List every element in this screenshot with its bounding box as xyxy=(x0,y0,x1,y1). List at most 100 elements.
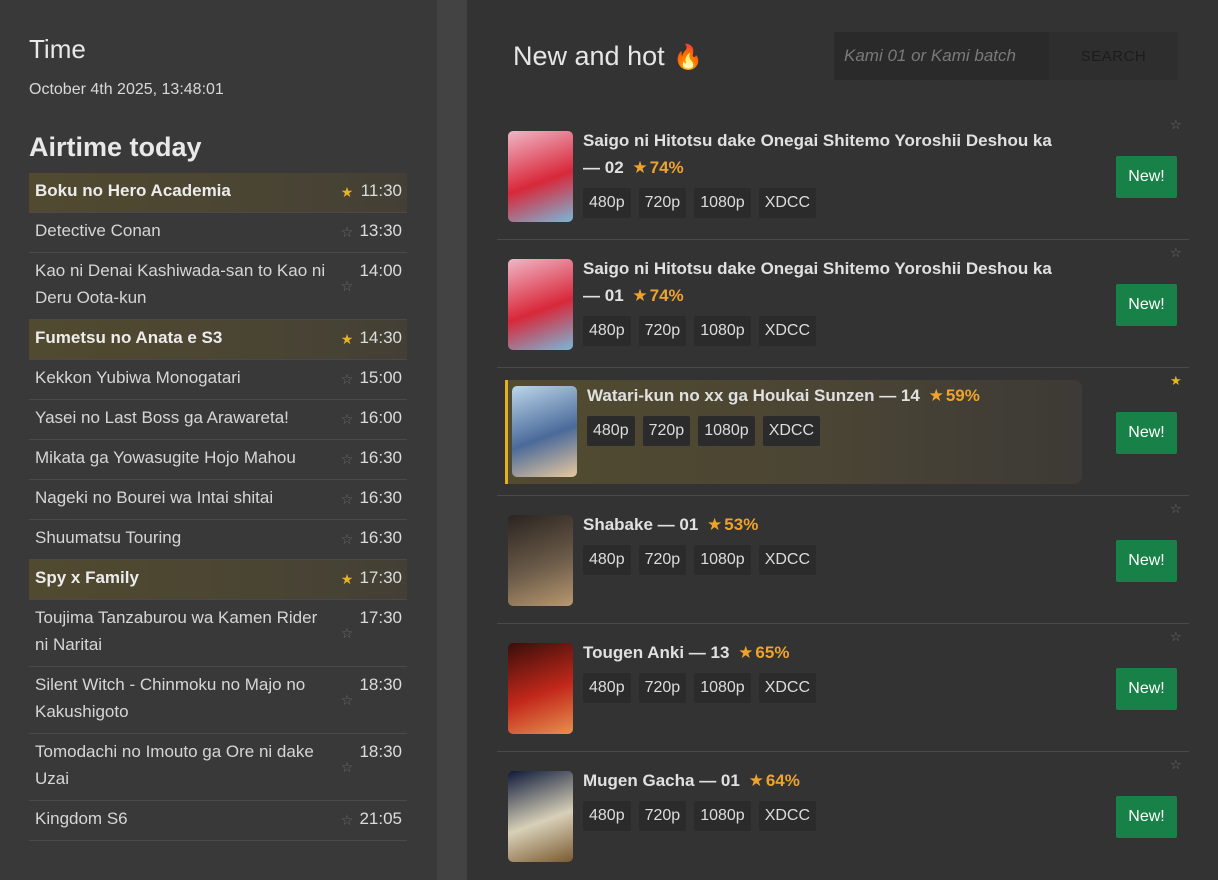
airtime-row[interactable]: Boku no Hero Academia ★ 11:30 xyxy=(29,173,407,213)
star-outline-icon[interactable]: ☆ xyxy=(1170,117,1182,133)
star-outline-icon[interactable]: ☆ xyxy=(1170,629,1182,645)
star-outline-icon[interactable]: ☆ xyxy=(1170,757,1182,773)
star-outline-icon[interactable]: ☆ xyxy=(338,371,356,388)
quality-link-480p[interactable]: 480p xyxy=(583,316,631,346)
release-title[interactable]: Shabake — 01 ★ 53% xyxy=(583,511,1073,538)
new-badge[interactable]: New! xyxy=(1116,412,1177,454)
airtime-row[interactable]: Nageki no Bourei wa Intai shitai ☆ 16:30 xyxy=(29,480,407,520)
quality-link-720p[interactable]: 720p xyxy=(638,545,687,575)
quality-links: 480p 720p 1080p XDCC xyxy=(583,188,1073,218)
star-outline-icon[interactable]: ☆ xyxy=(338,692,356,709)
star-outline-icon[interactable]: ☆ xyxy=(338,451,356,468)
episode-number: 02 xyxy=(604,158,624,177)
release-title[interactable]: Mugen Gacha — 01 ★ 64% xyxy=(583,767,1073,794)
quality-link-480p[interactable]: 480p xyxy=(583,673,631,703)
star-icon: ★ xyxy=(748,771,764,790)
quality-link-1080p[interactable]: 1080p xyxy=(694,545,751,575)
rating-value: 74% xyxy=(649,286,684,305)
quality-link-1080p[interactable]: 1080p xyxy=(694,188,751,218)
star-filled-icon[interactable]: ★ xyxy=(338,184,356,201)
star-outline-icon[interactable]: ☆ xyxy=(338,278,356,295)
new-badge[interactable]: New! xyxy=(1116,156,1177,198)
star-outline-icon[interactable]: ☆ xyxy=(338,491,356,508)
quality-link-xdcc[interactable]: XDCC xyxy=(758,673,817,703)
star-outline-icon[interactable]: ☆ xyxy=(338,411,356,428)
airtime-title: Nageki no Bourei wa Intai shitai xyxy=(35,488,274,507)
quality-link-720p[interactable]: 720p xyxy=(638,673,687,703)
star-outline-icon[interactable]: ☆ xyxy=(338,625,356,642)
rating: ★ 53% xyxy=(703,515,758,534)
airtime-time: 17:30 xyxy=(359,608,402,627)
quality-link-480p[interactable]: 480p xyxy=(587,416,635,446)
new-badge[interactable]: New! xyxy=(1116,540,1177,582)
quality-link-xdcc[interactable]: XDCC xyxy=(758,316,817,346)
star-outline-icon[interactable]: ☆ xyxy=(338,759,356,776)
airtime-row[interactable]: Detective Conan ☆ 13:30 xyxy=(29,213,407,253)
episode-separator: — xyxy=(684,643,711,662)
airtime-row[interactable]: Kao ni Denai Kashiwada-san to Kao ni Der… xyxy=(29,253,407,320)
star-outline-icon[interactable]: ☆ xyxy=(1170,245,1182,261)
release-title[interactable]: Tougen Anki — 13 ★ 65% xyxy=(583,639,1073,666)
star-outline-icon[interactable]: ☆ xyxy=(1170,501,1182,517)
quality-link-720p[interactable]: 720p xyxy=(642,416,691,446)
star-outline-icon[interactable]: ☆ xyxy=(338,224,356,241)
search-button[interactable]: SEARCH xyxy=(1049,32,1178,80)
airtime-row[interactable]: Silent Witch - Chinmoku no Majo no Kakus… xyxy=(29,667,407,734)
quality-link-720p[interactable]: 720p xyxy=(638,801,687,831)
new-badge[interactable]: New! xyxy=(1116,284,1177,326)
search-input[interactable] xyxy=(834,32,1049,80)
cover-thumbnail[interactable] xyxy=(508,515,573,606)
airtime-row[interactable]: Fumetsu no Anata e S3 ★ 14:30 xyxy=(29,320,407,360)
quality-link-480p[interactable]: 480p xyxy=(583,545,631,575)
airtime-time: 13:30 xyxy=(359,221,402,240)
quality-link-1080p[interactable]: 1080p xyxy=(694,316,751,346)
new-badge[interactable]: New! xyxy=(1116,668,1177,710)
airtime-row[interactable]: Toujima Tanzaburou wa Kamen Rider ni Nar… xyxy=(29,600,407,667)
airtime-row[interactable]: Spy x Family ★ 17:30 xyxy=(29,560,407,600)
quality-links: 480p 720p 1080p XDCC xyxy=(587,416,1077,446)
new-badge[interactable]: New! xyxy=(1116,796,1177,838)
quality-link-xdcc[interactable]: XDCC xyxy=(758,188,817,218)
release-name: Saigo ni Hitotsu dake Onegai Shitemo Yor… xyxy=(583,131,1052,150)
quality-link-xdcc[interactable]: XDCC xyxy=(758,545,817,575)
quality-link-480p[interactable]: 480p xyxy=(583,801,631,831)
quality-link-480p[interactable]: 480p xyxy=(583,188,631,218)
star-filled-icon[interactable]: ★ xyxy=(338,571,356,588)
cover-thumbnail[interactable] xyxy=(508,259,573,350)
quality-link-1080p[interactable]: 1080p xyxy=(694,801,751,831)
airtime-row[interactable]: Mikata ga Yowasugite Hojo Mahou ☆ 16:30 xyxy=(29,440,407,480)
cover-thumbnail[interactable] xyxy=(508,643,573,734)
cover-thumbnail[interactable] xyxy=(508,131,573,222)
quality-link-xdcc[interactable]: XDCC xyxy=(758,801,817,831)
airtime-row[interactable]: Yasei no Last Boss ga Arawareta! ☆ 16:00 xyxy=(29,400,407,440)
cover-thumbnail[interactable] xyxy=(508,771,573,862)
airtime-time: 15:00 xyxy=(359,368,402,387)
airtime-row[interactable]: Kingdom S6 ☆ 21:05 xyxy=(29,801,407,841)
airtime-title: Silent Witch - Chinmoku no Majo no Kakus… xyxy=(35,675,306,721)
quality-links: 480p 720p 1080p XDCC xyxy=(583,673,1073,703)
airtime-row[interactable]: Kekkon Yubiwa Monogatari ☆ 15:00 xyxy=(29,360,407,400)
star-outline-icon[interactable]: ☆ xyxy=(338,531,356,548)
release-title[interactable]: Saigo ni Hitotsu dake Onegai Shitemo Yor… xyxy=(583,127,1073,181)
quality-link-1080p[interactable]: 1080p xyxy=(694,673,751,703)
release-info: Shabake — 01 ★ 53% 480p 720p 1080p XDCC xyxy=(583,515,1073,575)
release-name: Watari-kun no xx ga Houkai Sunzen xyxy=(587,386,875,405)
star-filled-icon[interactable]: ★ xyxy=(1170,373,1182,389)
airtime-row[interactable]: Tomodachi no Imouto ga Ore ni dake Uzai ☆… xyxy=(29,734,407,801)
release-title[interactable]: Watari-kun no xx ga Houkai Sunzen — 14 ★… xyxy=(587,382,1077,409)
quality-link-720p[interactable]: 720p xyxy=(638,188,687,218)
quality-link-xdcc[interactable]: XDCC xyxy=(762,416,821,446)
quality-link-1080p[interactable]: 1080p xyxy=(698,416,755,446)
quality-link-720p[interactable]: 720p xyxy=(638,316,687,346)
airtime-row[interactable]: Shuumatsu Touring ☆ 16:30 xyxy=(29,520,407,560)
release-title[interactable]: Saigo ni Hitotsu dake Onegai Shitemo Yor… xyxy=(583,255,1073,309)
release-card: Tougen Anki — 13 ★ 65% 480p 720p 1080p XDCC xyxy=(508,643,1082,734)
star-outline-icon[interactable]: ☆ xyxy=(338,812,356,829)
release-card: Mugen Gacha — 01 ★ 64% 480p 720p 1080p XDCC xyxy=(508,771,1082,862)
page-title: New and hot xyxy=(513,41,665,71)
cover-thumbnail[interactable] xyxy=(512,386,577,477)
airtime-title: Tomodachi no Imouto ga Ore ni dake Uzai xyxy=(35,742,314,788)
rating: ★ 64% xyxy=(745,771,800,790)
release-item: Mugen Gacha — 01 ★ 64% 480p 720p 1080p XDCC Ne… xyxy=(497,752,1189,880)
star-filled-icon[interactable]: ★ xyxy=(338,331,356,348)
